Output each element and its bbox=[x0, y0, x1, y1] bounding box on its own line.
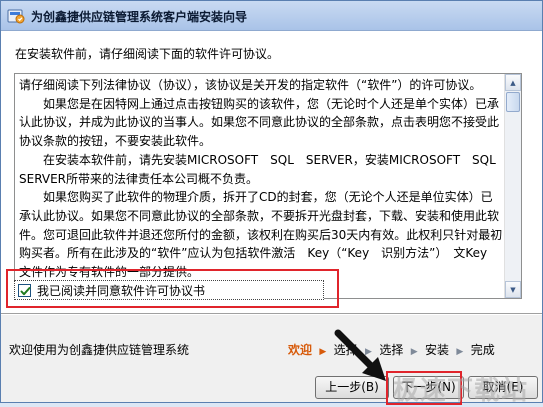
license-text-area[interactable]: 请仔细阅读下列法律协议（协议），该协议是关开发的指定软件（“软件”）的许可协议。… bbox=[14, 73, 522, 299]
step-arrow-icon: ▶ bbox=[456, 347, 464, 357]
watermark-logo: 极速下载站 bbox=[393, 376, 529, 406]
step-install: 安装 bbox=[425, 343, 450, 357]
accept-license-checkbox[interactable] bbox=[18, 284, 31, 297]
scroll-up-button[interactable]: ▲ bbox=[505, 74, 521, 91]
checkmark-icon bbox=[20, 287, 31, 296]
installer-window: 为创鑫捷供应链管理系统客户端安装向导 在安装软件前，请仔细阅读下面的软件许可协议… bbox=[0, 0, 543, 406]
license-text: 请仔细阅读下列法律协议（协议），该协议是关开发的指定软件（“软件”）的许可协议。… bbox=[19, 78, 503, 280]
footer-panel: 欢迎使用为创鑫捷供应链管理系统 欢迎 ▶ 选择 ▶ 选择 ▶ 安装 ▶ 完成 上… bbox=[1, 315, 542, 406]
accept-license-label[interactable]: 我已阅读并同意软件许可协议书 bbox=[37, 282, 205, 299]
accept-license-checkbox-row[interactable]: 我已阅读并同意软件许可协议书 bbox=[14, 280, 324, 300]
arrow-up-icon: ▲ bbox=[510, 78, 516, 87]
step-select-2: 选择 bbox=[379, 343, 404, 357]
step-select-1: 选择 bbox=[333, 343, 358, 357]
step-indicator: 欢迎 ▶ 选择 ▶ 选择 ▶ 安装 ▶ 完成 bbox=[288, 341, 495, 358]
window-title: 为创鑫捷供应链管理系统客户端安装向导 bbox=[31, 10, 248, 24]
welcome-text: 欢迎使用为创鑫捷供应链管理系统 bbox=[9, 343, 190, 357]
step-finish: 完成 bbox=[470, 343, 495, 357]
title-bar[interactable]: 为创鑫捷供应链管理系统客户端安装向导 bbox=[1, 1, 542, 31]
license-page: 在安装软件前，请仔细阅读下面的软件许可协议。 请仔细阅读下列法律协议（协议），该… bbox=[1, 32, 542, 406]
step-arrow-icon: ▶ bbox=[410, 347, 418, 357]
step-arrow-icon: ▶ bbox=[365, 347, 372, 357]
step-welcome: 欢迎 bbox=[288, 343, 313, 357]
license-scrollbar[interactable]: ▲ ▼ bbox=[504, 74, 521, 298]
scroll-thumb[interactable] bbox=[506, 92, 520, 112]
arrow-down-icon: ▼ bbox=[510, 285, 516, 294]
step-arrow-icon: ▶ bbox=[319, 347, 327, 357]
license-instruction: 在安装软件前，请仔细阅读下面的软件许可协议。 bbox=[15, 47, 280, 61]
back-button[interactable]: 上一步(B) bbox=[315, 376, 389, 399]
scroll-down-button[interactable]: ▼ bbox=[505, 281, 521, 298]
setup-app-icon bbox=[7, 7, 25, 25]
